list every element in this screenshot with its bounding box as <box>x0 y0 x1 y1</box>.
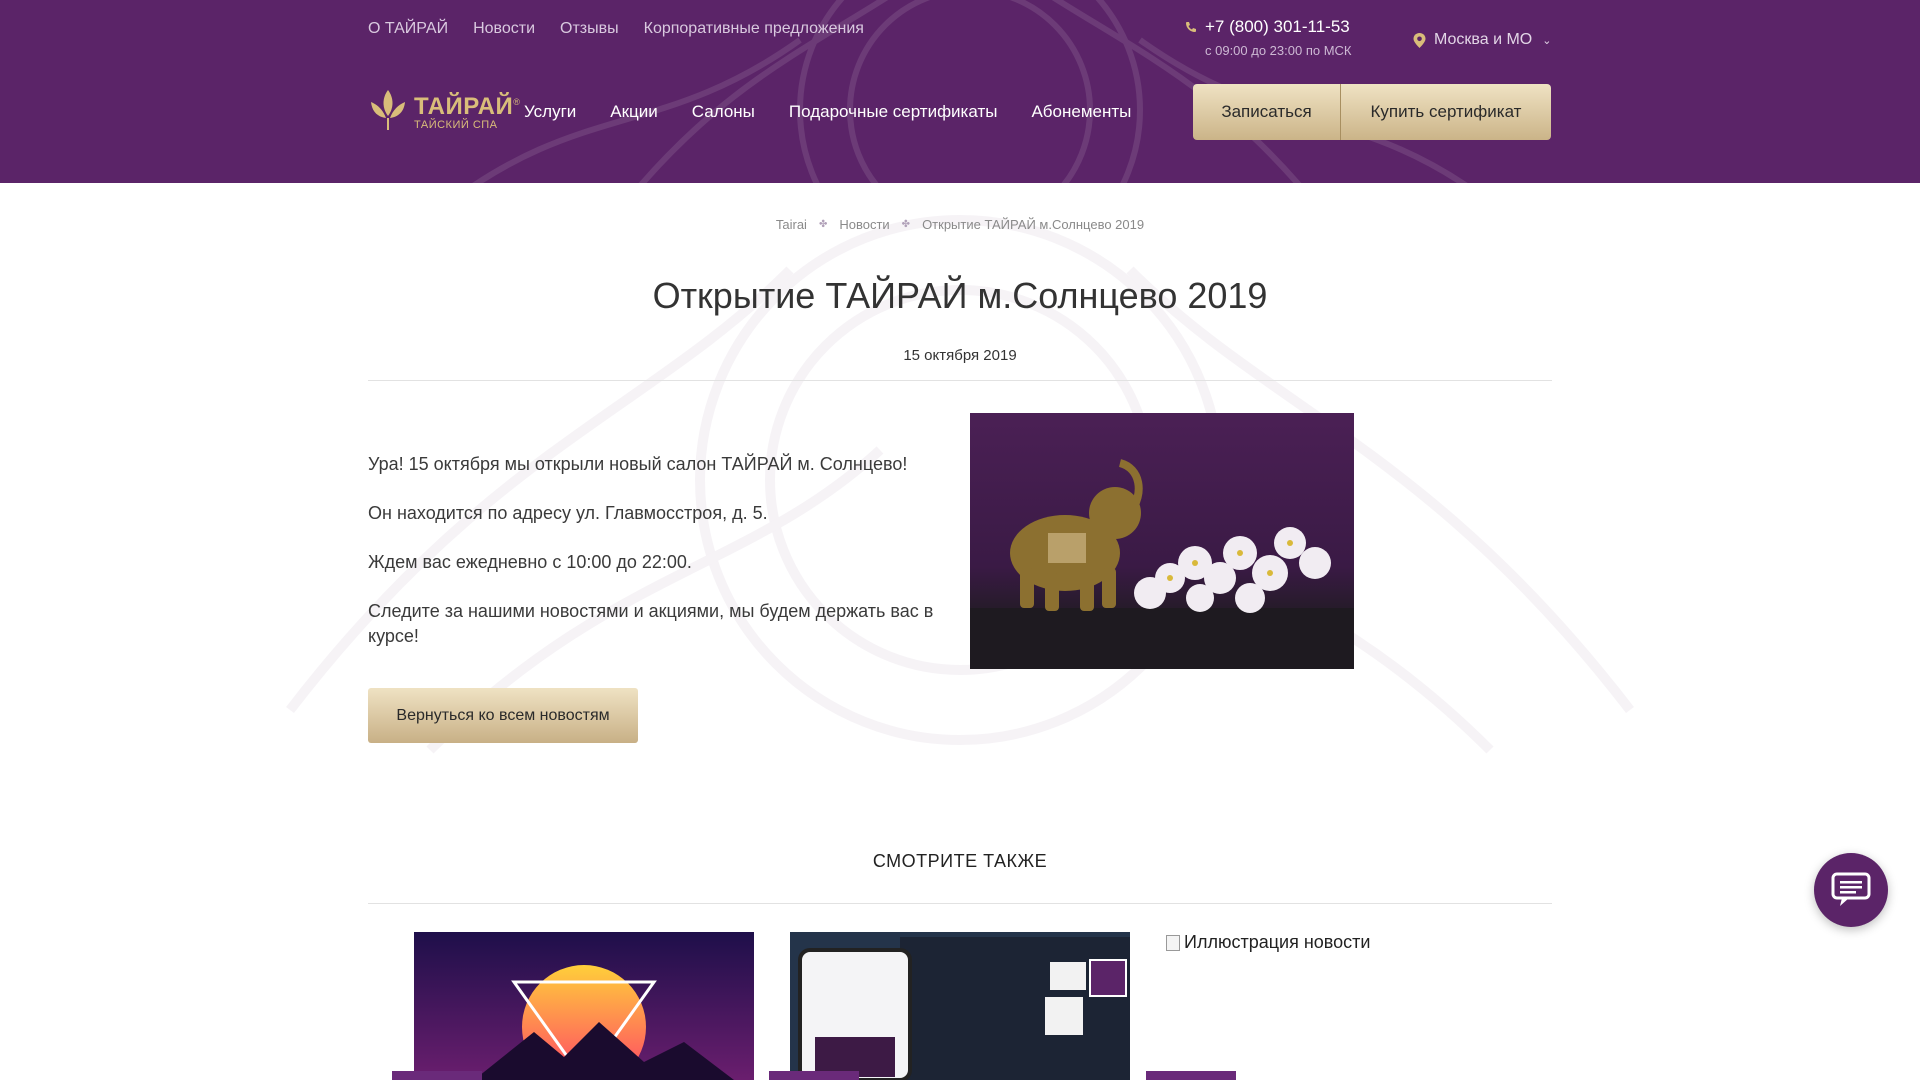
phone-block: +7 (800) 301-11-53 с 09:00 до 23:00 по М… <box>1185 17 1352 58</box>
news-card-tag <box>769 1071 859 1080</box>
nav-services[interactable]: Услуги <box>524 102 576 122</box>
top-link-news[interactable]: Новости <box>473 20 535 38</box>
breadcrumb: Tairai ✤ Новости ✤ Открытие ТАЙРАЙ м.Сол… <box>0 217 1920 232</box>
news-card-tag <box>392 1071 482 1080</box>
breadcrumb-separator-icon: ✤ <box>901 219 911 230</box>
news-card[interactable] <box>790 932 1130 1080</box>
nav-gift-certificates[interactable]: Подарочные сертификаты <box>789 102 998 122</box>
breadcrumb-current: Открытие ТАЙРАЙ м.Солнцево 2019 <box>922 217 1145 232</box>
logo[interactable]: ТАЙРАЙ® ТАЙСКИЙ СПА <box>368 88 520 132</box>
news-card-image <box>414 932 754 1080</box>
logo-subtitle: ТАЙСКИЙ СПА <box>414 118 498 131</box>
article-paragraph: Ура! 15 октября мы открыли новый салон Т… <box>368 454 908 474</box>
city-label: Москва и МО <box>1434 31 1533 48</box>
nav-promotions[interactable]: Акции <box>610 102 658 122</box>
phone-number: +7 (800) 301-11-53 <box>1205 17 1350 36</box>
page-title: Открытие ТАЙРАЙ м.Солнцево 2019 <box>652 275 1268 316</box>
breadcrumb-separator-icon: ✤ <box>818 219 828 230</box>
header-cta: Записаться Купить сертификат <box>1193 84 1551 140</box>
working-hours: с 09:00 до 23:00 по МСК <box>1205 43 1352 58</box>
nav-subscriptions[interactable]: Абонементы <box>1031 102 1131 122</box>
article-paragraph: Ждем вас ежедневно с 10:00 до 22:00. <box>368 552 692 572</box>
divider <box>368 380 1552 381</box>
news-card[interactable]: Иллюстрация новости <box>1166 932 1370 953</box>
city-selector[interactable]: Москва и МО ⌄ <box>1413 31 1551 49</box>
divider <box>368 903 1552 904</box>
location-pin-icon <box>1413 32 1426 48</box>
main-nav: Услуги Акции Салоны Подарочные сертифика… <box>524 102 1131 122</box>
broken-image-alt-text: Иллюстрация новости <box>1184 932 1371 952</box>
news-card[interactable] <box>414 932 754 1080</box>
top-links: О ТАЙРАЙ Новости Отзывы Корпоративные пр… <box>368 20 864 38</box>
see-also-heading: СМОТРИТЕ ТАКЖЕ <box>872 851 1048 871</box>
article-body: Ура! 15 октября мы открыли новый салон Т… <box>368 452 948 673</box>
breadcrumb-home[interactable]: Tairai <box>776 217 807 232</box>
book-button[interactable]: Записаться <box>1193 84 1341 140</box>
top-link-about[interactable]: О ТАЙРАЙ <box>368 20 448 38</box>
chat-icon <box>1831 872 1871 906</box>
back-to-news-button[interactable]: Вернуться ко всем новостям <box>368 688 638 743</box>
article-date: 15 октября 2019 <box>903 347 1017 364</box>
chevron-down-icon: ⌄ <box>1542 34 1552 47</box>
elephant-orchid-illustration <box>970 459 1354 669</box>
lotus-logo-icon <box>371 90 405 130</box>
logo-registered-mark: ® <box>513 96 521 107</box>
broken-image-icon <box>1166 934 1180 951</box>
chat-button[interactable] <box>1814 853 1888 927</box>
news-card-tag <box>1146 1071 1236 1080</box>
article-paragraph: Следите за нашими новостями и акциями, м… <box>368 601 934 646</box>
logo-name: ТАЙРАЙ <box>414 92 514 120</box>
top-link-corporate[interactable]: Корпоративные предложения <box>644 20 864 38</box>
breadcrumb-news[interactable]: Новости <box>839 217 889 232</box>
top-link-reviews[interactable]: Отзывы <box>560 20 619 38</box>
phone-icon <box>1186 22 1196 32</box>
phone-link[interactable]: +7 (800) 301-11-53 <box>1185 17 1352 37</box>
news-card-image <box>790 932 1130 1080</box>
article-paragraph: Он находится по адресу ул. Главмосстроя,… <box>368 503 768 523</box>
nav-salons[interactable]: Салоны <box>692 102 755 122</box>
article-image <box>970 413 1354 669</box>
buy-certificate-button[interactable]: Купить сертификат <box>1341 84 1551 140</box>
